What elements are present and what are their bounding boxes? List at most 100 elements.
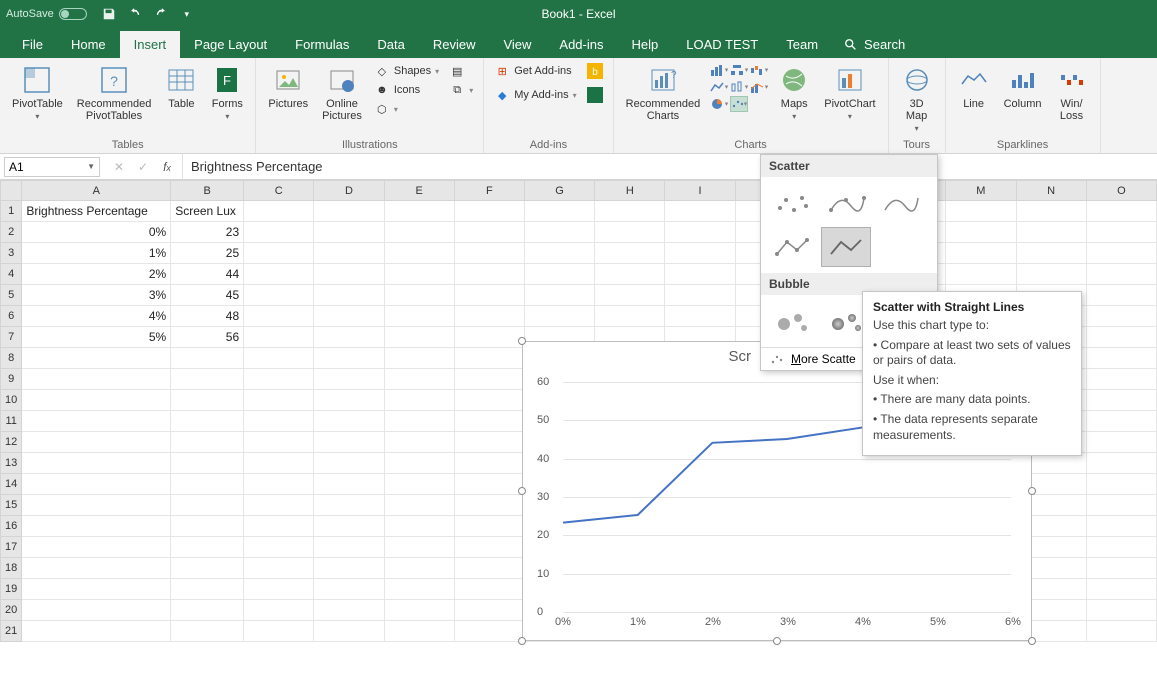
cell[interactable] — [244, 453, 314, 474]
cell[interactable] — [244, 285, 314, 306]
column-header[interactable]: F — [454, 181, 524, 201]
cell[interactable] — [1086, 264, 1156, 285]
row-header[interactable]: 14 — [1, 474, 22, 495]
scatter-smooth-option[interactable] — [875, 183, 925, 223]
tab-team[interactable]: Team — [772, 31, 832, 58]
cell[interactable] — [595, 201, 665, 222]
cell[interactable] — [1016, 222, 1086, 243]
cell[interactable] — [314, 306, 384, 327]
cell[interactable]: 1% — [22, 243, 171, 264]
cell[interactable] — [384, 285, 454, 306]
cell[interactable] — [454, 348, 524, 369]
cell[interactable] — [1086, 516, 1156, 537]
cell[interactable] — [384, 264, 454, 285]
cell[interactable] — [244, 264, 314, 285]
cell[interactable] — [171, 390, 244, 411]
cell[interactable] — [22, 369, 171, 390]
cell[interactable] — [244, 537, 314, 558]
row-header[interactable]: 1 — [1, 201, 22, 222]
sparkline-column-button[interactable]: Column — [1000, 62, 1046, 112]
cell[interactable] — [454, 453, 524, 474]
cell[interactable] — [454, 411, 524, 432]
cell[interactable] — [22, 411, 171, 432]
cell[interactable] — [454, 579, 524, 600]
cell[interactable] — [171, 579, 244, 600]
cell[interactable]: Screen Lux — [171, 201, 244, 222]
cell[interactable] — [22, 537, 171, 558]
cell[interactable]: 5% — [22, 327, 171, 348]
column-header[interactable]: E — [384, 181, 454, 201]
cell[interactable] — [171, 474, 244, 495]
cell[interactable] — [244, 516, 314, 537]
row-header[interactable]: 12 — [1, 432, 22, 453]
pie-chart-icon[interactable]: ▾ — [710, 96, 728, 112]
cell[interactable] — [454, 306, 524, 327]
cell[interactable] — [22, 600, 171, 621]
row-header[interactable]: 3 — [1, 243, 22, 264]
cell[interactable] — [454, 516, 524, 537]
cell[interactable] — [314, 600, 384, 621]
row-header[interactable]: 9 — [1, 369, 22, 390]
cell[interactable] — [454, 264, 524, 285]
scatter-markers-option[interactable] — [767, 183, 817, 223]
cell[interactable] — [314, 348, 384, 369]
name-box[interactable]: A1 ▼ — [4, 157, 100, 177]
waterfall-chart-icon[interactable]: ▾ — [750, 62, 768, 78]
cell[interactable] — [244, 474, 314, 495]
cell[interactable] — [1086, 411, 1156, 432]
row-header[interactable]: 20 — [1, 600, 22, 621]
hierarchy-chart-icon[interactable]: ▾ — [730, 62, 748, 78]
cell[interactable] — [384, 600, 454, 621]
people-button[interactable] — [585, 86, 605, 104]
cancel-formula-icon[interactable]: ✕ — [110, 160, 128, 174]
icons-button[interactable]: ☻Icons — [372, 81, 441, 99]
cell[interactable] — [384, 327, 454, 348]
cell[interactable] — [244, 201, 314, 222]
undo-icon[interactable] — [127, 6, 143, 22]
cell[interactable] — [22, 432, 171, 453]
cell[interactable] — [244, 579, 314, 600]
column-header[interactable]: M — [946, 181, 1016, 201]
cell[interactable] — [454, 621, 524, 642]
resize-handle[interactable] — [518, 637, 526, 645]
cell[interactable] — [244, 327, 314, 348]
cell[interactable] — [1086, 495, 1156, 516]
cell[interactable] — [314, 537, 384, 558]
cell[interactable] — [244, 243, 314, 264]
cell[interactable] — [595, 306, 665, 327]
pivotchart-button[interactable]: PivotChart▾ — [820, 62, 879, 123]
cell[interactable] — [171, 432, 244, 453]
cell[interactable] — [1086, 432, 1156, 453]
resize-handle[interactable] — [1028, 487, 1036, 495]
cell[interactable] — [171, 558, 244, 579]
maps-button[interactable]: Maps▾ — [774, 62, 814, 123]
cell[interactable] — [171, 600, 244, 621]
cell[interactable] — [244, 621, 314, 642]
row-header[interactable]: 5 — [1, 285, 22, 306]
cell[interactable]: 45 — [171, 285, 244, 306]
row-header[interactable]: 4 — [1, 264, 22, 285]
cell[interactable] — [1086, 201, 1156, 222]
cell[interactable] — [384, 453, 454, 474]
cell[interactable] — [314, 432, 384, 453]
cell[interactable] — [1086, 474, 1156, 495]
pictures-button[interactable]: Pictures — [264, 62, 312, 112]
cell[interactable] — [946, 264, 1016, 285]
cell[interactable] — [1086, 222, 1156, 243]
row-header[interactable]: 13 — [1, 453, 22, 474]
cell[interactable] — [244, 495, 314, 516]
cell[interactable] — [595, 243, 665, 264]
cell[interactable]: 48 — [171, 306, 244, 327]
cell[interactable] — [1086, 327, 1156, 348]
autosave-toggle[interactable]: AutoSave — [6, 8, 87, 20]
cell[interactable] — [454, 243, 524, 264]
cell[interactable]: Brightness Percentage — [22, 201, 171, 222]
cell[interactable] — [314, 495, 384, 516]
tab-insert[interactable]: Insert — [120, 31, 181, 58]
screenshot-button[interactable]: ⧉▾ — [447, 81, 475, 99]
my-addins-button[interactable]: ◆My Add-ins ▾ — [492, 86, 578, 104]
cell[interactable] — [171, 369, 244, 390]
cell[interactable] — [314, 327, 384, 348]
cell[interactable] — [454, 495, 524, 516]
cell[interactable] — [665, 201, 735, 222]
